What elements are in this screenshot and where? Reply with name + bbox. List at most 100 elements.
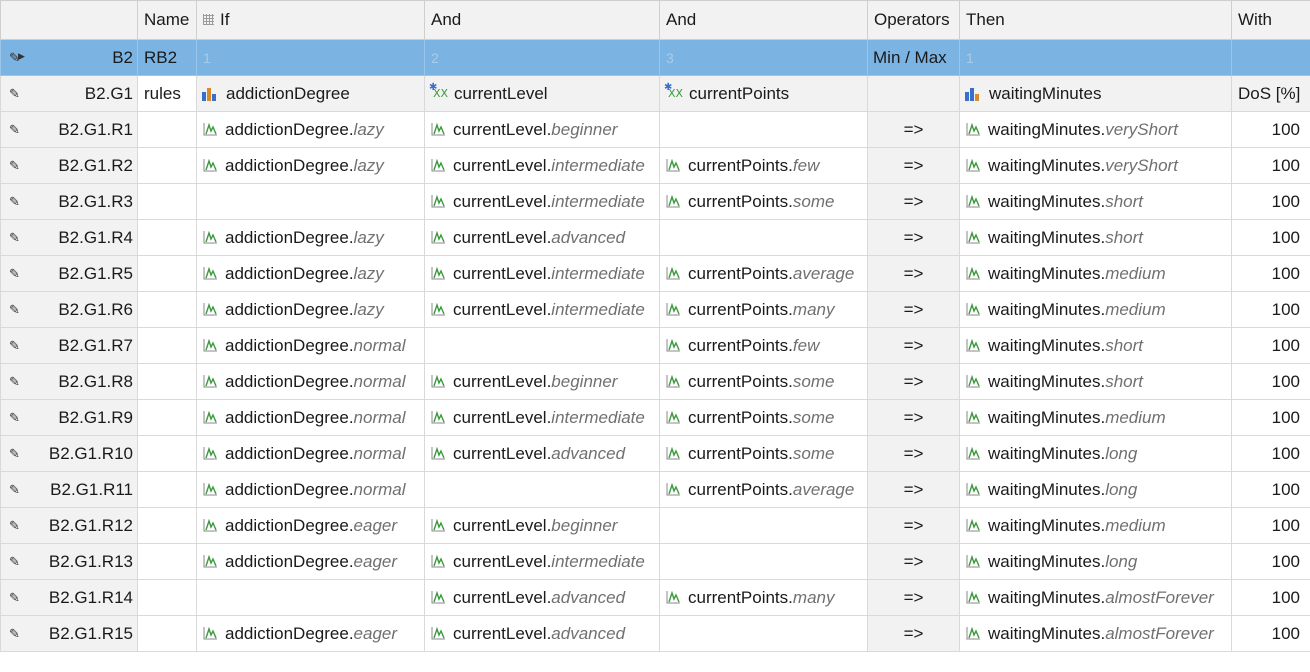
rule-if-cell[interactable]: addictionDegree.lazy — [196, 219, 425, 256]
rule-name-cell[interactable] — [137, 471, 197, 508]
column-header-rowhead[interactable] — [0, 0, 138, 40]
rule-if-cell[interactable]: addictionDegree.normal — [196, 363, 425, 400]
rule-and2-cell[interactable]: currentPoints.many — [659, 291, 868, 328]
rule-if-cell[interactable] — [196, 579, 425, 616]
rule-id-cell[interactable]: ✎ B2.G1.R4 — [0, 219, 138, 256]
rule-and2-cell[interactable] — [659, 615, 868, 652]
rule-operator-cell[interactable]: => — [867, 543, 960, 580]
rule-if-cell[interactable]: addictionDegree.eager — [196, 507, 425, 544]
rule-if-cell[interactable]: addictionDegree.lazy — [196, 255, 425, 292]
rule-and1-cell[interactable]: currentLevel.intermediate — [424, 399, 660, 436]
group-name-cell[interactable]: rules — [137, 75, 197, 112]
group-operators-cell[interactable] — [867, 75, 960, 112]
rule-name-cell[interactable] — [137, 183, 197, 220]
rule-and1-cell[interactable]: currentLevel.intermediate — [424, 543, 660, 580]
rule-if-cell[interactable]: addictionDegree.normal — [196, 399, 425, 436]
rule-id-cell[interactable]: ✎ B2.G1.R1 — [0, 111, 138, 148]
rule-operator-cell[interactable]: => — [867, 507, 960, 544]
rule-dos-cell[interactable]: 100 — [1231, 399, 1310, 436]
rule-if-cell[interactable]: addictionDegree.lazy — [196, 147, 425, 184]
rule-then-cell[interactable]: waitingMinutes.almostForever — [959, 615, 1232, 652]
rule-row[interactable]: ✎ B2.G1.R13 addictionDegree.eager currentLe… — [0, 543, 1310, 580]
rule-row[interactable]: ✎ B2.G1.R6 addictionDegree.lazy currentLeve… — [0, 291, 1310, 328]
rule-name-cell[interactable] — [137, 327, 197, 364]
group-id-cell[interactable]: ✎ B2.G1 — [0, 75, 138, 112]
rulebase-and2-cell[interactable]: 3 — [659, 39, 868, 76]
rule-operator-cell[interactable]: => — [867, 327, 960, 364]
rule-id-cell[interactable]: ✎ B2.G1.R11 — [0, 471, 138, 508]
rule-operator-cell[interactable]: => — [867, 471, 960, 508]
rule-then-cell[interactable]: waitingMinutes.veryShort — [959, 111, 1232, 148]
rule-and1-cell[interactable]: currentLevel.beginner — [424, 111, 660, 148]
rule-then-cell[interactable]: waitingMinutes.short — [959, 183, 1232, 220]
rule-operator-cell[interactable]: => — [867, 183, 960, 220]
rule-name-cell[interactable] — [137, 363, 197, 400]
rule-row[interactable]: ✎ B2.G1.R8 addictionDegree.normal currentLe… — [0, 363, 1310, 400]
group-and2-cell[interactable]: ✱ XX currentPoints — [659, 75, 868, 112]
rule-and2-cell[interactable]: currentPoints.some — [659, 435, 868, 472]
rule-then-cell[interactable]: waitingMinutes.short — [959, 219, 1232, 256]
rule-and2-cell[interactable]: currentPoints.many — [659, 579, 868, 616]
rule-name-cell[interactable] — [137, 615, 197, 652]
rule-if-cell[interactable]: addictionDegree.lazy — [196, 291, 425, 328]
group-if-cell[interactable]: addictionDegree — [196, 75, 425, 112]
rule-and2-cell[interactable] — [659, 507, 868, 544]
rule-id-cell[interactable]: ✎ B2.G1.R9 — [0, 399, 138, 436]
rule-then-cell[interactable]: waitingMinutes.short — [959, 363, 1232, 400]
rule-name-cell[interactable] — [137, 435, 197, 472]
rule-dos-cell[interactable]: 100 — [1231, 543, 1310, 580]
rulebase-id-cell[interactable]: ✎ ▶ B2 — [0, 39, 138, 76]
rule-row[interactable]: ✎ B2.G1.R4 addictionDegree.lazy currentLeve… — [0, 219, 1310, 256]
group-row[interactable]: ✎ B2.G1 rules addictionDegree ✱ XX current… — [0, 75, 1310, 112]
rule-and2-cell[interactable] — [659, 111, 868, 148]
rule-row[interactable]: ✎ B2.G1.R7 addictionDegree.normal currentPo… — [0, 327, 1310, 364]
rule-and1-cell[interactable]: currentLevel.intermediate — [424, 147, 660, 184]
rule-name-cell[interactable] — [137, 147, 197, 184]
rule-then-cell[interactable]: waitingMinutes.short — [959, 327, 1232, 364]
rule-dos-cell[interactable]: 100 — [1231, 291, 1310, 328]
rule-name-cell[interactable] — [137, 111, 197, 148]
rule-row[interactable]: ✎ B2.G1.R3 currentLevel.intermediate curren… — [0, 183, 1310, 220]
rule-id-cell[interactable]: ✎ B2.G1.R15 — [0, 615, 138, 652]
rule-operator-cell[interactable]: => — [867, 219, 960, 256]
rule-operator-cell[interactable]: => — [867, 363, 960, 400]
rule-dos-cell[interactable]: 100 — [1231, 327, 1310, 364]
rule-operator-cell[interactable]: => — [867, 615, 960, 652]
rule-then-cell[interactable]: waitingMinutes.almostForever — [959, 579, 1232, 616]
rule-and1-cell[interactable]: currentLevel.advanced — [424, 219, 660, 256]
rule-dos-cell[interactable]: 100 — [1231, 183, 1310, 220]
rule-id-cell[interactable]: ✎ B2.G1.R6 — [0, 291, 138, 328]
rule-id-cell[interactable]: ✎ B2.G1.R3 — [0, 183, 138, 220]
rule-and1-cell[interactable]: currentLevel.intermediate — [424, 183, 660, 220]
rule-dos-cell[interactable]: 100 — [1231, 435, 1310, 472]
rule-name-cell[interactable] — [137, 543, 197, 580]
rule-id-cell[interactable]: ✎ B2.G1.R2 — [0, 147, 138, 184]
rule-if-cell[interactable]: addictionDegree.normal — [196, 327, 425, 364]
column-header-if[interactable]: If — [196, 0, 425, 40]
rule-and1-cell[interactable] — [424, 471, 660, 508]
rule-if-cell[interactable]: addictionDegree.normal — [196, 471, 425, 508]
rule-then-cell[interactable]: waitingMinutes.long — [959, 543, 1232, 580]
rule-and1-cell[interactable]: currentLevel.advanced — [424, 579, 660, 616]
rule-if-cell[interactable]: addictionDegree.normal — [196, 435, 425, 472]
rule-and1-cell[interactable]: currentLevel.advanced — [424, 615, 660, 652]
rule-operator-cell[interactable]: => — [867, 291, 960, 328]
rule-dos-cell[interactable]: 100 — [1231, 471, 1310, 508]
rule-operator-cell[interactable]: => — [867, 399, 960, 436]
rule-and1-cell[interactable]: currentLevel.beginner — [424, 507, 660, 544]
rule-dos-cell[interactable]: 100 — [1231, 615, 1310, 652]
rule-and1-cell[interactable]: currentLevel.beginner — [424, 363, 660, 400]
rule-and2-cell[interactable]: currentPoints.few — [659, 327, 868, 364]
column-header-with[interactable]: With — [1231, 0, 1310, 40]
rule-and2-cell[interactable] — [659, 219, 868, 256]
rulebase-with-cell[interactable] — [1231, 39, 1310, 76]
group-with-cell[interactable]: DoS [%] — [1231, 75, 1310, 112]
rule-row[interactable]: ✎ B2.G1.R10 addictionDegree.normal currentL… — [0, 435, 1310, 472]
rule-id-cell[interactable]: ✎ B2.G1.R14 — [0, 579, 138, 616]
rule-then-cell[interactable]: waitingMinutes.long — [959, 435, 1232, 472]
rule-row[interactable]: ✎ B2.G1.R12 addictionDegree.eager currentLe… — [0, 507, 1310, 544]
rule-id-cell[interactable]: ✎ B2.G1.R5 — [0, 255, 138, 292]
rule-and1-cell[interactable] — [424, 327, 660, 364]
rule-name-cell[interactable] — [137, 291, 197, 328]
rule-and2-cell[interactable]: currentPoints.few — [659, 147, 868, 184]
